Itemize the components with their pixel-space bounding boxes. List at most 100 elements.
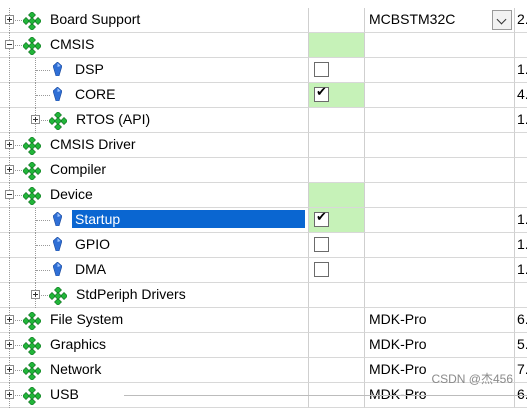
variant-cell <box>364 258 514 283</box>
tree-cell: DMA <box>0 258 308 283</box>
version-cell: 5. <box>514 333 527 358</box>
tree-item-label[interactable]: DMA <box>75 261 106 277</box>
version-value: 6. <box>517 311 527 327</box>
chevron-down-icon[interactable] <box>492 10 512 30</box>
tree-row[interactable]: File System MDK-Pro 6. <box>0 308 527 333</box>
variant-cell <box>364 83 514 108</box>
tree-guide-line <box>9 258 10 283</box>
expand-plus-icon[interactable] <box>5 340 14 349</box>
version-cell <box>514 158 527 183</box>
select-cell <box>308 108 364 133</box>
variant-cell <box>364 183 514 208</box>
tree-guide-line <box>36 270 50 271</box>
version-cell: 1. <box>514 108 527 133</box>
version-value: 1. <box>517 111 527 127</box>
expand-plus-icon[interactable] <box>5 390 14 399</box>
select-cell[interactable] <box>308 258 364 283</box>
tree-row[interactable]: Compiler <box>0 158 527 183</box>
tree-guide-line <box>9 283 10 308</box>
tree-item-label[interactable]: RTOS (API) <box>76 111 150 127</box>
variant-value: MDK-Pro <box>369 386 427 402</box>
checked-checkbox[interactable] <box>314 85 329 102</box>
expand-plus-icon[interactable] <box>5 165 14 174</box>
expand-plus-icon[interactable] <box>5 140 14 149</box>
variant-value: MDK-Pro <box>369 361 427 377</box>
version-value: 1. <box>517 61 527 77</box>
expand-plus-icon[interactable] <box>31 290 40 299</box>
tree-item-label[interactable]: Board Support <box>50 11 140 27</box>
tree-row[interactable]: GPIO 1. <box>0 233 527 258</box>
tree-row[interactable]: DMA 1. <box>0 258 527 283</box>
green-diamond-icon <box>22 136 42 156</box>
expand-plus-icon[interactable] <box>5 315 14 324</box>
version-cell: 1. <box>514 208 527 233</box>
green-diamond-icon <box>22 361 42 381</box>
version-value: 6. <box>517 386 527 402</box>
unchecked-checkbox[interactable] <box>314 62 329 77</box>
tree-item-label[interactable]: Network <box>50 361 101 377</box>
tree-row[interactable]: Board Support MCBSTM32C 2. <box>0 8 527 33</box>
expand-plus-icon[interactable] <box>5 15 14 24</box>
tree-item-label[interactable]: Device <box>50 186 93 202</box>
tree-row[interactable]: CMSIS Driver <box>0 133 527 158</box>
green-diamond-icon <box>22 161 42 181</box>
select-cell[interactable] <box>308 208 364 233</box>
unchecked-checkbox[interactable] <box>314 237 329 252</box>
collapse-minus-icon[interactable] <box>5 40 14 49</box>
tree-item-label[interactable]: CMSIS <box>50 36 94 52</box>
tree-row[interactable]: CORE 4. <box>0 83 527 108</box>
tree-item-label[interactable]: USB <box>50 386 79 402</box>
green-diamond-icon <box>22 336 42 356</box>
tree-row[interactable]: StdPeriph Drivers <box>0 283 527 308</box>
version-cell: 7. <box>514 358 527 383</box>
version-value: 2. <box>517 11 527 27</box>
collapse-minus-icon[interactable] <box>5 190 14 199</box>
tree-row[interactable]: Device <box>0 183 527 208</box>
version-value: 1. <box>517 236 527 252</box>
variant-cell: MDK-Pro <box>364 308 514 333</box>
tree-item-label[interactable]: DSP <box>75 61 104 77</box>
select-cell <box>308 333 364 358</box>
version-cell: 4. <box>514 83 527 108</box>
tree-row[interactable]: CMSIS <box>0 33 527 58</box>
variant-value: MDK-Pro <box>369 311 427 327</box>
tree-row[interactable]: RTOS (API) 1. <box>0 108 527 133</box>
checked-checkbox[interactable] <box>314 210 329 227</box>
green-diamond-icon <box>22 36 42 56</box>
variant-cell <box>364 33 514 58</box>
tree-cell: Device <box>0 183 308 208</box>
tree-row[interactable]: Graphics MDK-Pro 5. <box>0 333 527 358</box>
tree-item-label[interactable]: Graphics <box>50 336 106 352</box>
tree-cell: GPIO <box>0 233 308 258</box>
tree-row[interactable]: Startup 1. <box>0 208 527 233</box>
variant-cell <box>364 158 514 183</box>
version-value: 5. <box>517 336 527 352</box>
select-cell[interactable] <box>308 233 364 258</box>
select-cell[interactable] <box>308 58 364 83</box>
tree-cell: DSP <box>0 58 308 83</box>
tree-item-label[interactable]: Compiler <box>50 161 106 177</box>
tree-item-label[interactable]: CORE <box>75 86 115 102</box>
tree-item-label[interactable]: File System <box>50 311 123 327</box>
variant-value[interactable]: MCBSTM32C <box>369 11 455 27</box>
tree-row[interactable]: DSP 1. <box>0 58 527 83</box>
unchecked-checkbox[interactable] <box>314 262 329 277</box>
tree-item-label[interactable]: Startup <box>72 210 305 228</box>
version-cell <box>514 183 527 208</box>
variant-cell <box>364 233 514 258</box>
select-cell <box>308 133 364 158</box>
tree-item-label[interactable]: GPIO <box>75 236 110 252</box>
tree-cell: CMSIS Driver <box>0 133 308 158</box>
blue-gem-icon <box>52 236 63 252</box>
variant-cell <box>364 208 514 233</box>
tree-item-label[interactable]: StdPeriph Drivers <box>76 286 186 302</box>
select-cell[interactable] <box>308 83 364 108</box>
expand-plus-icon[interactable] <box>5 365 14 374</box>
version-value: 7. <box>517 361 527 377</box>
blue-gem-icon <box>52 61 63 77</box>
version-cell: 2. <box>514 8 527 33</box>
expand-plus-icon[interactable] <box>31 115 40 124</box>
select-cell <box>308 308 364 333</box>
tree-guide-line <box>36 245 50 246</box>
tree-item-label[interactable]: CMSIS Driver <box>50 136 136 152</box>
